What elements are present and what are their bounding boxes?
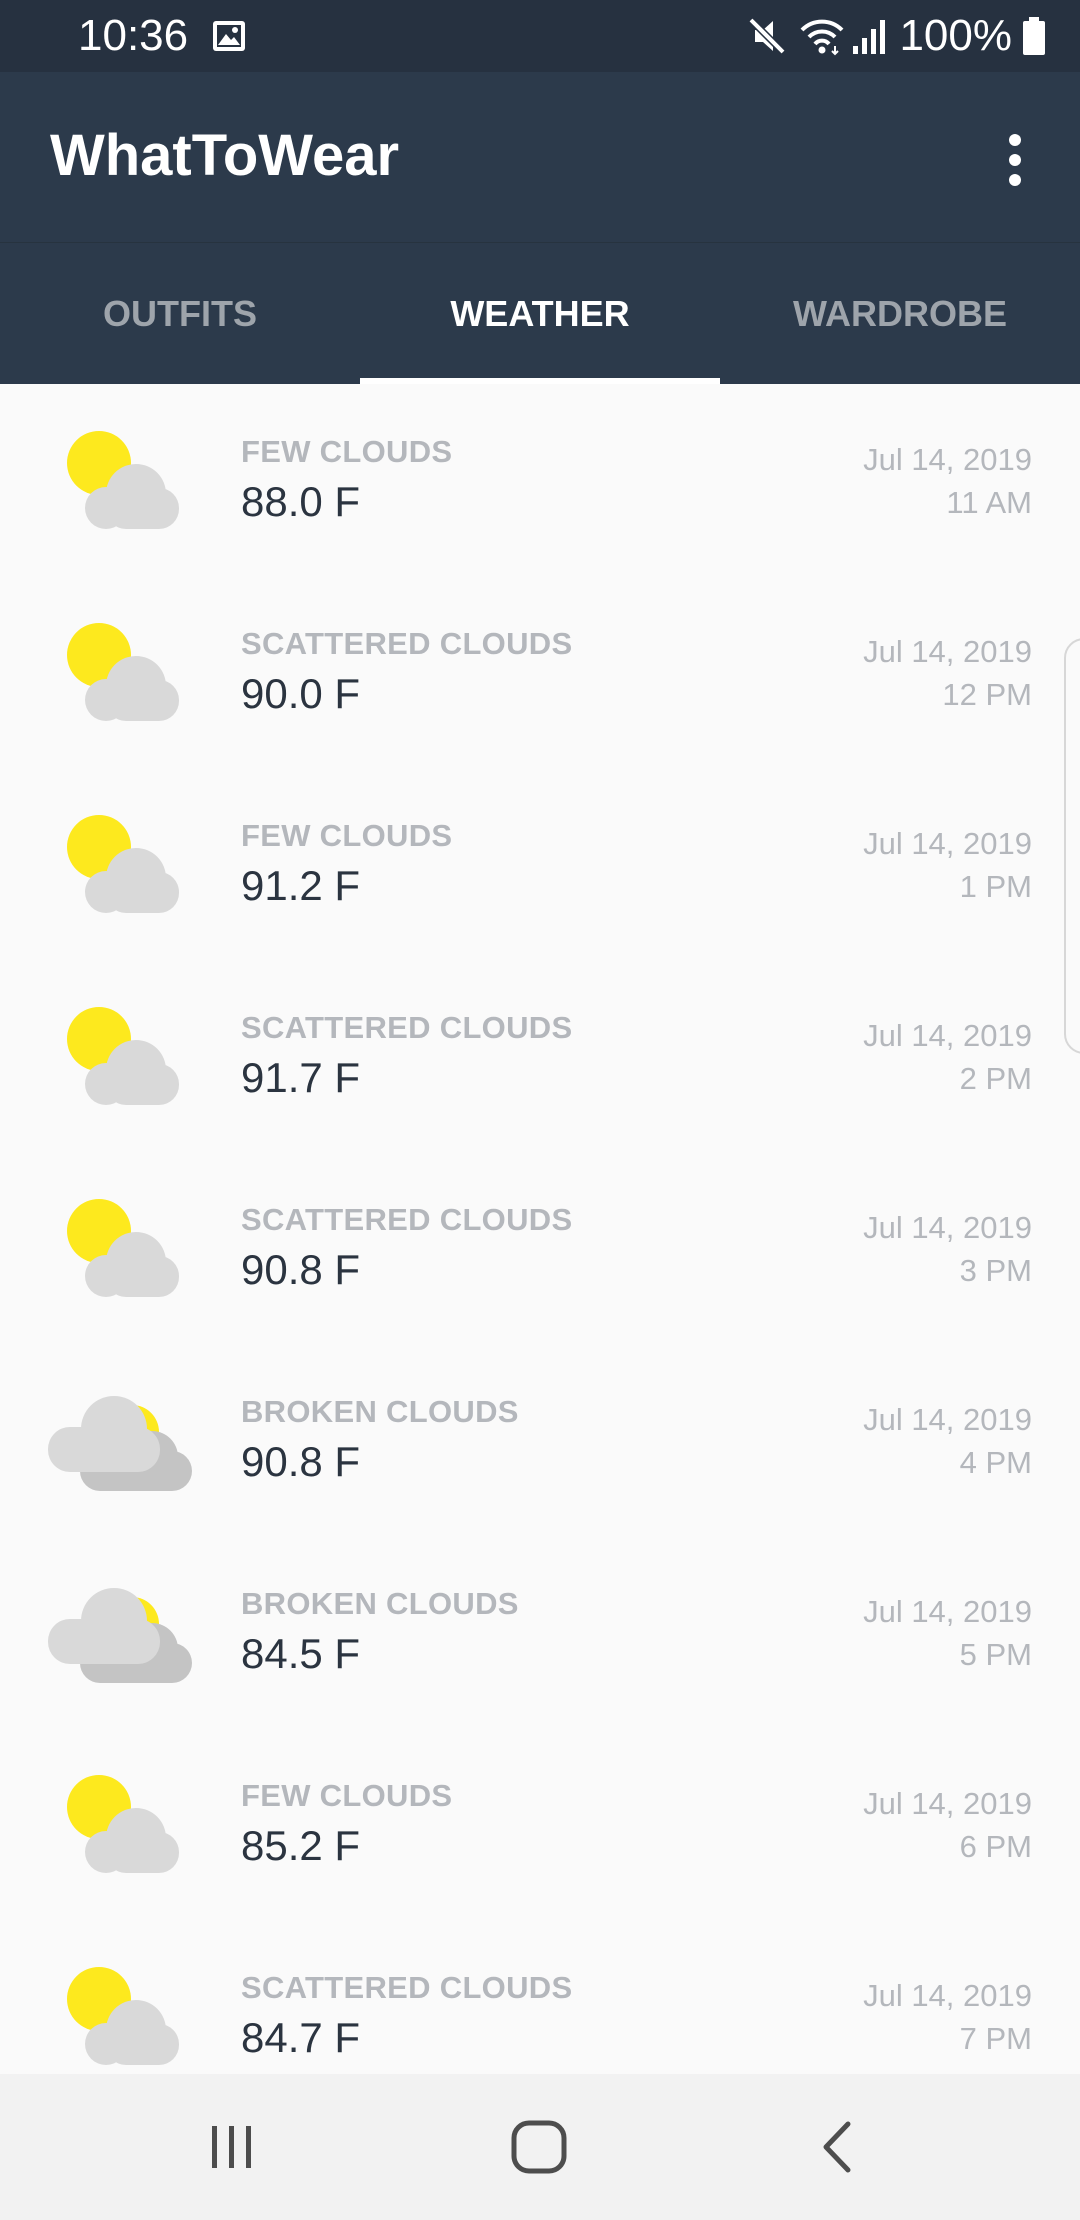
back-icon[interactable] bbox=[798, 2110, 878, 2189]
temperature: 91.2 F bbox=[241, 862, 361, 909]
forecast-time: 4 PM bbox=[959, 1445, 1032, 1480]
forecast-time: 11 AM bbox=[946, 485, 1032, 520]
forecast-date: Jul 14, 2019 bbox=[863, 1018, 1032, 1053]
condition-label: SCATTERED CLOUDS bbox=[241, 626, 573, 661]
forecast-date: Jul 14, 2019 bbox=[863, 1210, 1032, 1245]
temperature: 85.2 F bbox=[241, 1822, 361, 1869]
forecast-time: 5 PM bbox=[959, 1637, 1032, 1672]
overflow-menu-icon[interactable] bbox=[1000, 130, 1030, 190]
temperature: 84.5 F bbox=[241, 1630, 361, 1677]
condition-label: SCATTERED CLOUDS bbox=[241, 1970, 573, 2005]
condition-label: FEW CLOUDS bbox=[241, 434, 453, 469]
tab-outfits[interactable]: OUTFITS bbox=[0, 243, 360, 385]
condition-label: FEW CLOUDS bbox=[241, 1778, 453, 1813]
forecast-date: Jul 14, 2019 bbox=[863, 1594, 1032, 1629]
forecast-row[interactable]: BROKEN CLOUDS 90.8 F Jul 14, 2019 4 PM bbox=[0, 1344, 1080, 1536]
forecast-time: 12 PM bbox=[942, 677, 1032, 712]
forecast-row[interactable]: FEW CLOUDS 91.2 F Jul 14, 2019 1 PM bbox=[0, 768, 1080, 960]
scattered-clouds-icon bbox=[40, 1192, 200, 1302]
temperature: 88.0 F bbox=[241, 478, 361, 525]
forecast-time: 7 PM bbox=[959, 2021, 1032, 2056]
temperature: 90.8 F bbox=[241, 1438, 361, 1485]
status-time: 10:36 bbox=[78, 11, 189, 60]
broken-clouds-icon bbox=[40, 1384, 200, 1494]
forecast-row[interactable]: FEW CLOUDS 88.0 F Jul 14, 2019 11 AM bbox=[0, 384, 1080, 576]
home-icon[interactable] bbox=[500, 2110, 580, 2189]
image-icon bbox=[212, 20, 246, 57]
condition-label: SCATTERED CLOUDS bbox=[241, 1010, 573, 1045]
recent-apps-icon[interactable] bbox=[192, 2110, 272, 2189]
condition-label: BROKEN CLOUDS bbox=[241, 1394, 519, 1429]
mute-icon bbox=[747, 16, 787, 56]
forecast-row[interactable]: SCATTERED CLOUDS 84.7 F Jul 14, 2019 7 P… bbox=[0, 1920, 1080, 2074]
edge-panel-handle[interactable] bbox=[1064, 638, 1080, 1054]
scattered-clouds-icon bbox=[40, 1960, 200, 2070]
temperature: 91.7 F bbox=[241, 1054, 361, 1101]
few-clouds-icon bbox=[40, 424, 200, 534]
forecast-row[interactable]: SCATTERED CLOUDS 90.8 F Jul 14, 2019 3 P… bbox=[0, 1152, 1080, 1344]
forecast-date: Jul 14, 2019 bbox=[863, 1978, 1032, 2013]
temperature: 90.8 F bbox=[241, 1246, 361, 1293]
temperature: 84.7 F bbox=[241, 2014, 361, 2061]
battery-icon bbox=[1022, 16, 1046, 56]
tab-wardrobe[interactable]: WARDROBE bbox=[720, 243, 1080, 385]
forecast-time: 6 PM bbox=[959, 1829, 1032, 1864]
forecast-date: Jul 14, 2019 bbox=[863, 1402, 1032, 1437]
forecast-date: Jul 14, 2019 bbox=[863, 634, 1032, 669]
forecast-row[interactable]: SCATTERED CLOUDS 91.7 F Jul 14, 2019 2 P… bbox=[0, 960, 1080, 1152]
forecast-row[interactable]: BROKEN CLOUDS 84.5 F Jul 14, 2019 5 PM bbox=[0, 1536, 1080, 1728]
forecast-list[interactable]: FEW CLOUDS 88.0 F Jul 14, 2019 11 AM SCA… bbox=[0, 384, 1080, 2074]
condition-label: SCATTERED CLOUDS bbox=[241, 1202, 573, 1237]
forecast-row[interactable]: SCATTERED CLOUDS 90.0 F Jul 14, 2019 12 … bbox=[0, 576, 1080, 768]
few-clouds-icon bbox=[40, 1768, 200, 1878]
battery-percent: 100% bbox=[899, 11, 1012, 60]
forecast-time: 3 PM bbox=[959, 1253, 1032, 1288]
condition-label: FEW CLOUDS bbox=[241, 818, 453, 853]
wifi-icon bbox=[799, 16, 845, 56]
app-title: WhatToWear bbox=[50, 123, 400, 188]
status-icons: 100% bbox=[747, 10, 1046, 62]
forecast-date: Jul 14, 2019 bbox=[863, 442, 1032, 477]
status-bar: 10:36 100% bbox=[0, 0, 1080, 72]
forecast-time: 2 PM bbox=[959, 1061, 1032, 1096]
forecast-row[interactable]: FEW CLOUDS 85.2 F Jul 14, 2019 6 PM bbox=[0, 1728, 1080, 1920]
forecast-time: 1 PM bbox=[959, 869, 1032, 904]
navigation-bar bbox=[0, 2074, 1080, 2220]
signal-icon bbox=[851, 16, 887, 56]
app-bar: WhatToWear bbox=[0, 72, 1080, 242]
broken-clouds-icon bbox=[40, 1576, 200, 1686]
condition-label: BROKEN CLOUDS bbox=[241, 1586, 519, 1621]
few-clouds-icon bbox=[40, 808, 200, 918]
temperature: 90.0 F bbox=[241, 670, 361, 717]
forecast-date: Jul 14, 2019 bbox=[863, 1786, 1032, 1821]
tab-weather[interactable]: WEATHER bbox=[360, 243, 720, 385]
scattered-clouds-icon bbox=[40, 616, 200, 726]
tab-bar: OUTFITS WEATHER WARDROBE bbox=[0, 242, 1080, 384]
forecast-date: Jul 14, 2019 bbox=[863, 826, 1032, 861]
scattered-clouds-icon bbox=[40, 1000, 200, 1110]
